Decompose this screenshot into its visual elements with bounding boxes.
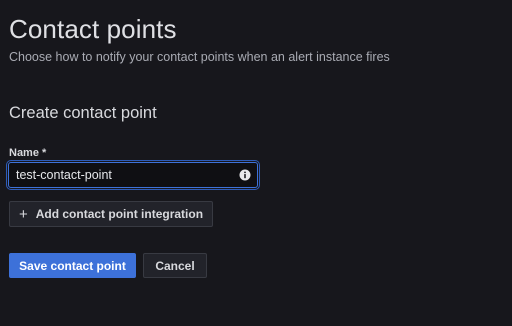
add-integration-label: Add contact point integration [35, 207, 204, 221]
cancel-button[interactable]: Cancel [143, 253, 207, 278]
page-title: Contact points [9, 14, 177, 44]
page-subtitle: Choose how to notify your contact points… [9, 50, 390, 64]
plus-icon: + [18, 205, 28, 223]
contact-points-page: Contact points Choose how to notify your… [0, 0, 512, 326]
add-integration-button[interactable]: + Add contact point integration [9, 201, 213, 227]
name-field-label: Name * [9, 147, 47, 159]
save-contact-point-button[interactable]: Save contact point [9, 253, 136, 278]
info-icon[interactable] [239, 169, 251, 181]
section-title: Create contact point [9, 104, 157, 122]
name-field[interactable] [9, 163, 257, 187]
name-field-wrapper [8, 162, 258, 188]
